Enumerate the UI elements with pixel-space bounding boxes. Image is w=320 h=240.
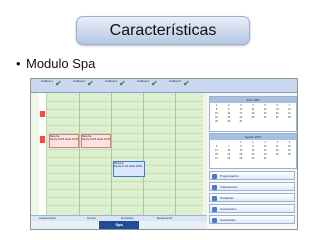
month-calendar[interactable]: Agosto 2007 12345 6 7 8 9 10 11 12 13 14 15 16 17 1… <box>209 133 297 169</box>
bullet-item: • Modulo Spa <box>16 56 95 71</box>
check-icon: ✔ <box>119 79 126 88</box>
column-label: Cabina 4 <box>137 79 150 83</box>
bullet-text: Modulo Spa <box>26 56 96 71</box>
appointment-detail: Desde 15:00 hasta 16:00 <box>50 138 78 141</box>
grid-vline <box>143 93 144 215</box>
check-icon: ✔ <box>87 79 94 88</box>
grid-vline <box>175 93 176 215</box>
bullet-dot-icon: • <box>16 56 21 71</box>
spa-badge: Spa <box>99 221 139 229</box>
menu-label: Cancelados <box>220 218 236 222</box>
menu-button[interactable]: Cancelación <box>209 204 295 213</box>
grid-line <box>47 125 203 126</box>
month-grid: 12345 6 7 8 9 10 11 12 13 14 15 16 17 18 19 20 21 22 23… <box>215 141 291 160</box>
appointment-detail: Desde 15:00 hasta 16:00 <box>82 138 110 141</box>
tab-empleados[interactable]: Empleados <box>121 217 134 220</box>
menu-label: Programación <box>220 174 239 178</box>
appointment-detail: Desde 17:00 hasta 18:00 <box>114 165 142 168</box>
grid-line <box>47 181 203 182</box>
menu-label: Terapistas <box>220 196 234 200</box>
month-grid: 1234567 8 9 10 11 12 13 14 15 16 17 18 19 20 21 22 23… <box>215 104 291 123</box>
menu-label: Tratamientos <box>220 185 238 189</box>
menu-button[interactable]: Programación <box>209 171 295 180</box>
calendar-grid[interactable]: Reserva Desde 15:00 hasta 16:00 Reserva … <box>39 93 203 215</box>
grid-vline <box>79 93 80 215</box>
grid-line <box>47 197 203 198</box>
menu-button[interactable]: Terapistas <box>209 193 295 202</box>
tab-equipamiento[interactable]: Equipamiento <box>157 217 172 220</box>
grid-line <box>47 117 203 118</box>
availability-marker <box>39 93 46 215</box>
menu-icon <box>212 174 217 179</box>
column-label: Cabina 5 <box>169 79 182 83</box>
column-label: Cabina 3 <box>105 79 118 83</box>
appointment[interactable]: Reserva Desde 15:00 hasta 16:00 <box>49 134 79 148</box>
unavailable-block <box>40 111 45 117</box>
grid-line <box>47 189 203 190</box>
grid-line <box>47 157 203 158</box>
grid-line <box>47 101 203 102</box>
menu-button[interactable]: Tratamientos <box>209 182 295 191</box>
grid-line <box>47 149 203 150</box>
grid-vline <box>111 93 112 215</box>
tab-caracteristicas[interactable]: Características <box>39 217 56 220</box>
appointment[interactable]: Reserva Desde 17:00 hasta 18:00 <box>113 161 145 177</box>
side-pane: Julio 2007 1234567 8 9 10 11 12 13 14 15 16 17 18… <box>207 93 297 229</box>
unavailable-block <box>40 136 45 143</box>
menu-icon <box>212 196 217 201</box>
menu-icon <box>212 207 217 212</box>
grid-line <box>47 205 203 206</box>
menu-icon <box>212 185 217 190</box>
check-icon: ✔ <box>183 79 190 88</box>
column-label: Cabina 2 <box>73 79 86 83</box>
menu-icon <box>212 218 217 223</box>
embedded-screenshot: Cabina 1 ✔ Cabina 2 ✔ Cabina 3 ✔ Cabina … <box>30 78 298 230</box>
check-icon: ✔ <box>55 79 62 88</box>
footer-bar: Spa <box>31 221 207 229</box>
slide-title: Características <box>76 16 250 45</box>
check-icon: ✔ <box>151 79 158 88</box>
grid-line <box>47 109 203 110</box>
menu-button[interactable]: Cancelados <box>209 215 295 224</box>
month-calendar[interactable]: Julio 2007 1234567 8 9 10 11 12 13 14 15 16 17 18… <box>209 96 297 132</box>
app-header: Cabina 1 ✔ Cabina 2 ✔ Cabina 3 ✔ Cabina … <box>31 79 297 93</box>
appointment[interactable]: Reserva Desde 15:00 hasta 16:00 <box>81 134 111 148</box>
menu-label: Cancelación <box>220 207 237 211</box>
column-label: Cabina 1 <box>41 79 54 83</box>
tab-tecnica[interactable]: Tecnica <box>87 217 95 220</box>
